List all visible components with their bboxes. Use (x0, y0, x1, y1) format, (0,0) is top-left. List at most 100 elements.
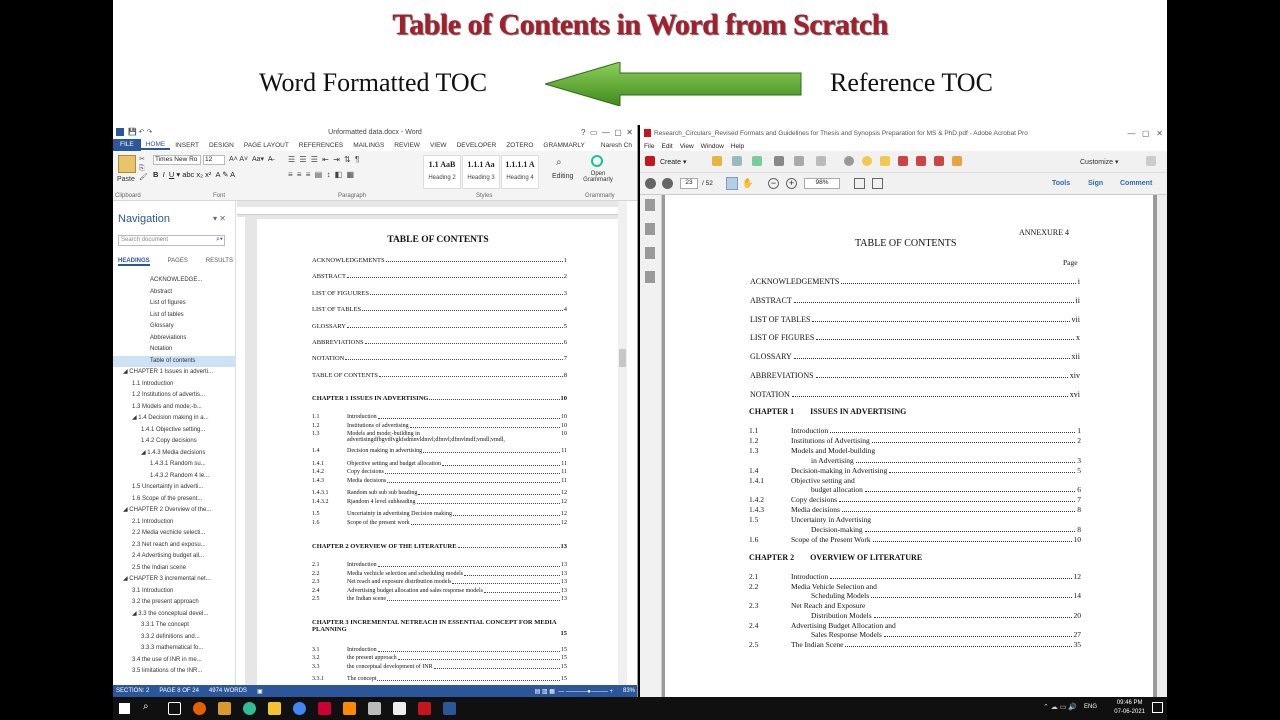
tab-view[interactable]: VIEW (425, 142, 452, 149)
system-tray-icons[interactable]: ⌃ ☁ ▭ 🔊 (1043, 703, 1077, 711)
app-m-icon[interactable] (318, 702, 331, 715)
menu-edit[interactable]: Edit (661, 143, 672, 150)
bookmarks-icon[interactable] (645, 223, 655, 235)
clock[interactable]: 09:46 PM 07-06-2021 (1114, 699, 1145, 717)
nav-heading-item[interactable]: 2.3 Net reach and exposu... (113, 540, 236, 552)
scroll-thumb[interactable] (619, 349, 626, 367)
font-name-select[interactable]: Times New Ro (153, 155, 201, 165)
nav-tab-pages[interactable]: PAGES (168, 258, 188, 266)
nav-search-input[interactable]: Search document (118, 235, 225, 246)
nav-heading-item[interactable]: 1.4.1 Objective setting... (113, 425, 236, 437)
nav-heading-item[interactable]: List of tables (113, 310, 236, 322)
nav-heading-item[interactable]: 1.4.3.1 Random su... (113, 459, 236, 471)
create-button[interactable]: Create ▾ (660, 158, 686, 166)
toc-subentry[interactable]: 2.4 Advertising budget allocation and sal… (312, 588, 567, 596)
nav-heading-item[interactable]: 2.2 Media vechicle selecti... (113, 528, 236, 540)
toc-subentry[interactable]: 3.3 the conceptual development of INR 15 (312, 664, 567, 672)
app-icon[interactable] (218, 702, 231, 715)
windows-start-icon[interactable] (119, 703, 130, 714)
status-zoom[interactable]: 83% (623, 688, 635, 694)
nav-heading-item[interactable]: ◢ CHAPTER 1 Issues in adverti... (113, 367, 236, 379)
menu-help[interactable]: Help (731, 143, 744, 150)
pages-panel-icon[interactable] (645, 199, 655, 211)
paste-icon[interactable] (118, 155, 136, 173)
paragraph-align-icons[interactable]: ≡ ≡ ≡ ▤ ↕ ◧ ▦ (288, 170, 355, 179)
toc-entry[interactable]: GLOSSARY 5 (312, 322, 567, 331)
nav-heading-item[interactable]: 1.2 Institutions of advertis... (113, 390, 236, 402)
zoom-select[interactable]: 98% (804, 178, 840, 189)
clipboard-icons[interactable]: ✂ ⎘ 🖌 (139, 155, 148, 182)
nav-heading-item[interactable]: 3.4 the use of INR in me... (113, 655, 236, 667)
tab-review[interactable]: REVIEW (389, 142, 425, 149)
font-size-select[interactable]: 12 (203, 155, 225, 165)
next-page-icon[interactable] (662, 178, 673, 189)
nav-heading-item[interactable]: ◢ 3.3 the conceptual devel... (113, 609, 236, 621)
nav-tab-results[interactable]: RESULTS (206, 258, 233, 266)
nav-heading-item[interactable]: ◢ CHAPTER 2 Overview of the... (113, 505, 236, 517)
toc-chapter[interactable]: CHAPTER 3 INCREMENTAL NETREACH IN ESSENT… (312, 619, 567, 637)
share-icon[interactable] (794, 156, 804, 166)
file-explorer-icon[interactable] (268, 702, 281, 715)
horizontal-ruler[interactable] (237, 207, 627, 215)
nav-heading-item[interactable]: 1.6 Scope of the present... (113, 494, 236, 506)
nav-heading-item[interactable]: 1.5 Uncertainty in adverti... (113, 482, 236, 494)
quick-access-icons[interactable]: 💾 ↶ ↷ (128, 128, 152, 136)
sign-icon[interactable] (916, 156, 926, 166)
print-icon[interactable] (774, 156, 784, 166)
open-grammarly-button[interactable]: Open Grammarly (581, 171, 615, 183)
tab-developer[interactable]: DEVELOPER (452, 142, 502, 149)
toc-entry[interactable]: ABBREVIATIONS 6 (312, 338, 567, 347)
toc-subentry[interactable]: 3.2 the present approach 15 (312, 655, 567, 663)
toc-subentry[interactable]: 1.4.3.1 Random sub sub sub heading 12 (312, 490, 567, 498)
toc-subentry[interactable]: 1.2 Institutions of advertising 10 (312, 423, 567, 431)
word-taskbar-icon[interactable] (443, 702, 456, 715)
nav-heading-item[interactable]: Glossary (113, 321, 236, 333)
paste-button[interactable]: Paste (117, 176, 135, 183)
nav-heading-item[interactable]: 3.3.1 The concept (113, 620, 236, 632)
toc-entry[interactable]: ABSTRACT 2 (312, 272, 567, 281)
open-icon[interactable] (712, 156, 722, 166)
prev-page-icon[interactable] (645, 178, 656, 189)
nav-heading-item[interactable]: 2.5 the Indian scene (113, 563, 236, 575)
browser-icon[interactable] (243, 702, 256, 715)
save-icon[interactable] (732, 156, 742, 166)
nav-heading-item[interactable]: 3.2 the present approach (113, 597, 236, 609)
window-controls[interactable]: ? ▭ — ▢ ✕ (581, 128, 633, 137)
tab-home[interactable]: HOME (140, 141, 171, 150)
select-tool-icon[interactable] (726, 177, 738, 190)
acrobat-window-controls[interactable]: — ▢ ✕ (1127, 129, 1163, 138)
nav-heading-item[interactable]: Notation (113, 344, 236, 356)
toc-subentry[interactable]: 1.4.2 Copy decisions 11 (312, 469, 567, 477)
nav-heading-item[interactable]: 1.1 Introduction (113, 379, 236, 391)
document-page[interactable]: TABLE OF CONTENTS ACKNOWLEDGEMENTS 1 ABSTR… (257, 219, 619, 689)
nav-heading-item[interactable]: Abbreviations (113, 333, 236, 345)
notepad-icon[interactable] (393, 702, 406, 715)
nav-tab-headings[interactable]: HEADINGS (118, 258, 150, 266)
highlight-icon[interactable] (880, 156, 890, 166)
comment-link[interactable]: Comment (1120, 180, 1152, 187)
zoom-out-icon[interactable]: − (768, 178, 779, 189)
task-view-icon[interactable] (168, 702, 181, 715)
toc-subentry[interactable]: 1.1 Introduction 10 (312, 414, 567, 422)
tab-insert[interactable]: INSERT (170, 142, 204, 149)
toc-entry[interactable]: LIST OF TABLES 4 (312, 305, 567, 314)
email-icon[interactable] (816, 156, 826, 166)
tool-icon[interactable] (368, 702, 381, 715)
customize-button[interactable]: Customize ▾ (1080, 158, 1119, 166)
settings-icon[interactable] (844, 156, 854, 166)
toc-subentry[interactable]: 2.3 Net reach and exposure distribution m… (312, 579, 567, 587)
toc-entry[interactable]: LIST OF FIGUURES 3 (312, 289, 567, 298)
nav-heading-item[interactable]: 3.1 Introduction (113, 586, 236, 598)
toc-subentry[interactable]: 2.1 Introduction 13 (312, 562, 567, 570)
vertical-scrollbar[interactable] (618, 201, 627, 685)
comment-icon[interactable] (862, 156, 872, 166)
fit-page-icon[interactable] (854, 178, 865, 189)
tab-page-layout[interactable]: PAGE LAYOUT (239, 142, 294, 149)
toc-subentry[interactable]: 3.1 Introduction 15 (312, 647, 567, 655)
tab-design[interactable]: DESIGN (204, 142, 239, 149)
status-words[interactable]: 4974 WORDS (209, 688, 247, 694)
nav-close-icon[interactable]: ▾ ✕ (213, 214, 226, 223)
toc-subentry[interactable]: 1.4.1 Objective setting and budget alloca… (312, 461, 567, 469)
style-heading-4[interactable]: 1.1.1.1 A Heading 4 (501, 155, 539, 189)
tab-zotero[interactable]: ZOTERO (501, 142, 538, 149)
